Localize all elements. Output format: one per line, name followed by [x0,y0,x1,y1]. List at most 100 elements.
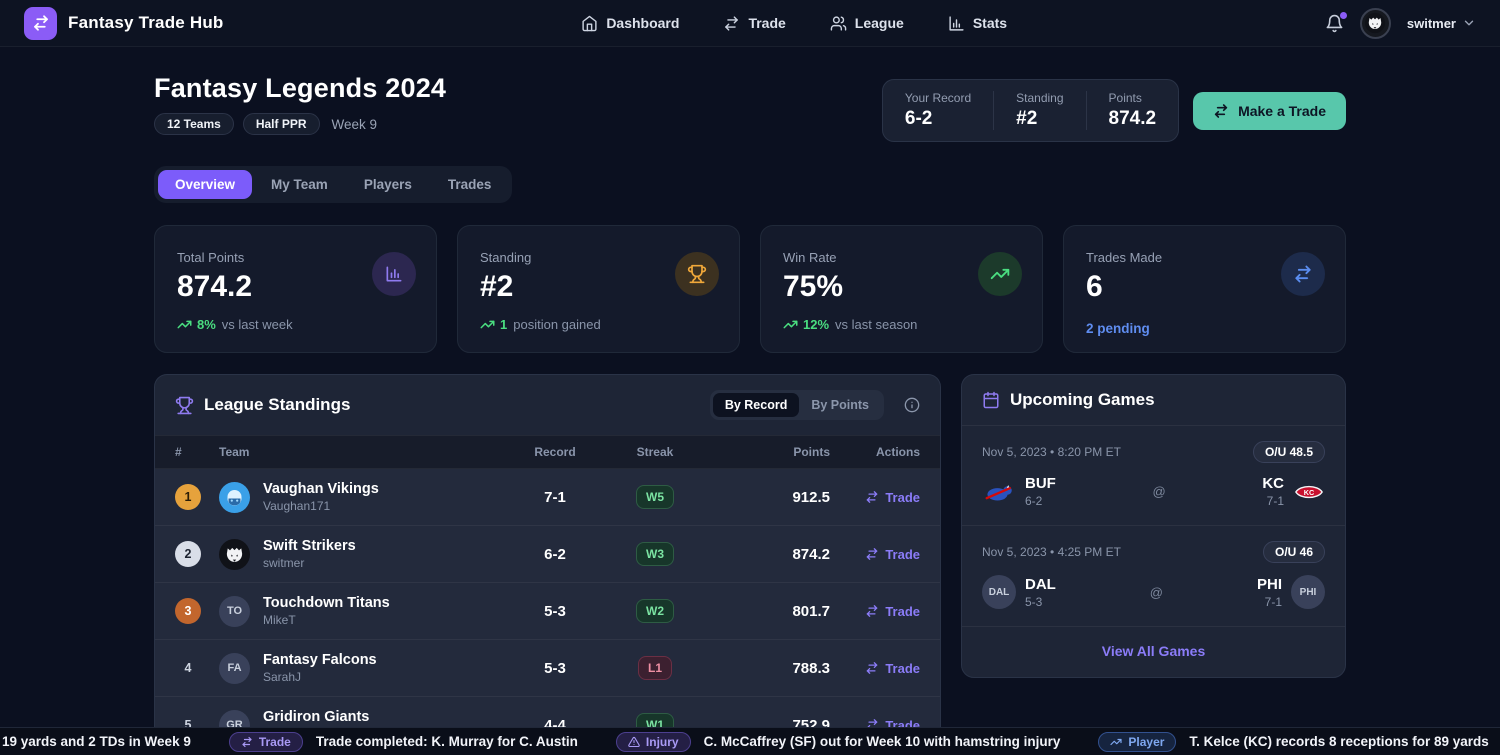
league-header: Fantasy Legends 2024 12 Teams Half PPR W… [154,73,446,135]
standings-row-swift-strikers[interactable]: 2 Swift Strikers switmer 6-2 [155,526,940,583]
swap-arrows-icon [723,15,740,32]
ticker-text: T. Kelce (KC) records 8 receptions for 8… [1189,734,1488,749]
rank-badge: 1 [175,484,201,510]
view-tabs: Overview My Team Players Trades [154,166,512,203]
tab-trades[interactable]: Trades [431,170,509,199]
record-value: 6-2 [905,108,971,130]
view-all-games-link[interactable]: View All Games [962,626,1345,677]
svg-text:KC: KC [1304,487,1315,496]
ticker-text: 19 yards and 2 TDs in Week 9 [2,734,191,749]
away-team-abbr: DAL [1025,576,1056,593]
sort-toggle: By Record By Points [710,390,884,420]
bills-logo-icon [982,481,1016,503]
trend-value: 1 [500,317,507,332]
trade-link[interactable]: Trade [865,547,920,562]
toggle-by-points[interactable]: By Points [799,393,881,417]
team-avatar: FA [219,653,250,684]
stat-card-trades-made: Trades Made 6 2 pending [1063,225,1346,353]
col-record: Record [510,445,600,459]
nav-label: Trade [748,15,785,31]
tab-players[interactable]: Players [347,170,429,199]
trade-link[interactable]: Trade [865,490,920,505]
calendar-icon [982,391,1000,409]
col-points: Points [710,445,830,459]
record-value: 5-3 [510,603,600,620]
mascot-icon [1364,12,1386,34]
points-value: 801.7 [710,603,830,620]
team-avatar: TO [219,596,250,627]
standings-row-vaughan-vikings[interactable]: 1 Vaughan Vikings Vaughan171 7-1 [155,469,940,526]
rank-badge: 3 [175,598,201,624]
swap-arrows-icon [865,661,879,675]
team-avatar [219,482,250,513]
record-label: Your Record [905,91,971,105]
standing-value: #2 [1016,108,1063,130]
trending-up-icon [783,317,798,332]
ticker-text: Trade completed: K. Murray for C. Austin [316,734,578,749]
stat-card-win-rate: Win Rate 75% 12% vs last season [760,225,1043,353]
trade-link[interactable]: Trade [865,604,920,619]
away-team-record: 5-3 [1025,595,1056,609]
points-label: Points [1109,91,1157,105]
trade-badge: Trade [229,732,303,752]
swap-arrows-icon [865,547,879,561]
user-menu[interactable]: switmer [1407,16,1476,31]
trade-link[interactable]: Trade [865,661,920,676]
nav-item-stats[interactable]: Stats [948,15,1007,32]
notification-dot [1340,12,1347,19]
toggle-by-record[interactable]: By Record [713,393,800,417]
trade-label: Trade [885,661,920,676]
user-avatar[interactable] [1360,8,1391,39]
record-value: 5-3 [510,660,600,677]
tab-overview[interactable]: Overview [158,170,252,199]
team-owner: SarahJ [263,670,377,684]
scoring-badge: Half PPR [243,113,320,135]
team-owner: MikeT [263,613,390,627]
info-icon[interactable] [904,397,920,413]
team-name: Swift Strikers [263,538,356,554]
users-icon [830,15,847,32]
chiefs-logo-icon: KC [1293,481,1325,503]
standings-row-touchdown-titans[interactable]: 3 TO Touchdown Titans MikeT 5-3 W2 801.7… [155,583,940,640]
nav-item-league[interactable]: League [830,15,904,32]
trade-label: Trade [885,547,920,562]
col-streak: Streak [600,445,710,459]
points-value: 874.2 [710,546,830,563]
user-summary-card: Your Record 6-2 Standing #2 Points 874.2 [882,79,1179,142]
team-owner: Vaughan171 [263,499,379,513]
brand[interactable]: Fantasy Trade Hub [24,7,224,40]
notifications-bell-icon[interactable] [1325,14,1344,33]
home-team-abbr: KC [1262,475,1284,492]
mascot-icon [221,541,248,568]
home-team-abbr: PHI [1257,576,1282,593]
nav-item-trade[interactable]: Trade [723,15,785,32]
make-a-trade-button[interactable]: Make a Trade [1193,92,1346,130]
away-team-record: 6-2 [1025,494,1056,508]
trend-note: vs last week [222,317,293,332]
game-datetime: Nov 5, 2023 • 8:20 PM ET [982,445,1121,459]
warning-triangle-icon [628,736,640,748]
col-actions: Actions [830,445,920,459]
team-owner: switmer [263,556,356,570]
record-value: 7-1 [510,489,600,506]
cta-label: Make a Trade [1238,103,1326,119]
trade-label: Trade [885,490,920,505]
trend-value: 8% [197,317,216,332]
team-name: Gridiron Giants [263,709,369,725]
badge-label: Trade [259,735,291,749]
swap-arrows-icon [24,7,57,40]
nav-item-dashboard[interactable]: Dashboard [581,15,679,32]
teams-count-badge: 12 Teams [154,113,234,135]
streak-badge: W5 [636,485,674,509]
upcoming-games-panel: Upcoming Games Nov 5, 2023 • 8:20 PM ET … [961,374,1346,678]
swap-arrows-icon [865,604,879,618]
page-title: Fantasy Legends 2024 [154,73,446,104]
record-value: 6-2 [510,546,600,563]
away-team-abbr: BUF [1025,475,1056,492]
tab-my-team[interactable]: My Team [254,170,345,199]
top-navbar: Fantasy Trade Hub Dashboard Trade League… [0,0,1500,47]
username: switmer [1407,16,1456,31]
swap-arrows-icon [865,490,879,504]
standings-row-fantasy-falcons[interactable]: 4 FA Fantasy Falcons SarahJ 5-3 L1 788.3… [155,640,940,697]
brand-title: Fantasy Trade Hub [68,13,224,33]
